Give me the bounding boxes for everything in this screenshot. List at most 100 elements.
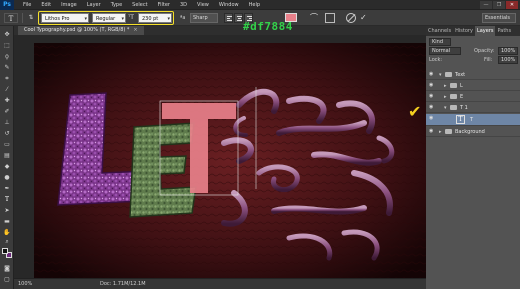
menu-filter[interactable]: Filter (153, 0, 175, 10)
history-brush-tool-icon[interactable]: ↺ (2, 129, 12, 138)
path-selection-tool-icon[interactable]: ➤ (2, 206, 12, 215)
menu-layer[interactable]: Layer (82, 0, 106, 10)
tab-history[interactable]: History (453, 26, 475, 36)
layer-name: E (460, 94, 464, 100)
blur-tool-icon[interactable]: ◆ (2, 162, 12, 171)
clone-stamp-tool-icon[interactable]: ⊥ (2, 118, 12, 127)
menu-select[interactable]: Select (127, 0, 152, 10)
canvas-area[interactable] (14, 35, 426, 278)
tab-paths[interactable]: Paths (495, 26, 513, 36)
antialias-select[interactable]: Sharp (190, 13, 218, 23)
warp-text-icon[interactable]: ⌒ (308, 12, 320, 24)
expand-arrow-icon[interactable]: ▾ (439, 71, 442, 79)
eye-icon[interactable]: ◉ (429, 72, 435, 77)
layer-row-t[interactable]: ◉ T T (426, 114, 520, 126)
eye-icon[interactable]: ◉ (429, 83, 435, 88)
menu-type[interactable]: Type (106, 0, 127, 10)
type-tool-preset-icon[interactable]: T (4, 13, 18, 23)
kind-filter-value: Kind (432, 39, 444, 45)
text-orientation-icon[interactable]: ⇅ (26, 13, 36, 23)
font-size-value: 230 pt (142, 16, 159, 22)
layer-name: L (460, 83, 463, 89)
document-size[interactable]: Doc: 1.71M/12.1M (100, 279, 146, 289)
opacity-field[interactable]: 100% (498, 47, 518, 55)
collapse-arrow-icon[interactable]: ▸ (439, 128, 442, 136)
blend-mode-select[interactable]: Normal (429, 47, 461, 55)
pen-tool-icon[interactable]: ✒ (2, 184, 12, 193)
type-tool-icon[interactable]: T (2, 195, 12, 204)
dodge-tool-icon[interactable]: ● (2, 173, 12, 182)
maximize-button[interactable]: ❐ (493, 1, 505, 9)
hand-tool-icon[interactable]: ✋ (2, 228, 12, 237)
marquee-tool-icon[interactable]: ⬚ (2, 41, 12, 50)
gradient-tool-icon[interactable]: ▤ (2, 151, 12, 160)
close-button[interactable]: ✕ (506, 1, 518, 9)
eye-icon[interactable]: ◉ (429, 94, 435, 99)
commit-check-icon[interactable]: ✓ (360, 12, 367, 24)
shape-tool-icon[interactable]: ▬ (2, 217, 12, 226)
close-tab-icon[interactable]: × (133, 27, 137, 33)
zoom-tool-icon[interactable]: ⌕ (2, 237, 12, 246)
zoom-level[interactable]: 100% (18, 279, 32, 289)
separator (22, 13, 23, 23)
font-style-select[interactable]: Regular ▾ (92, 13, 126, 23)
layer-row-l[interactable]: ◉ ▸ L (426, 81, 520, 91)
align-left-button[interactable] (224, 13, 233, 23)
folder-icon (445, 129, 452, 134)
menu-view[interactable]: View (192, 0, 214, 10)
character-panel-icon[interactable] (325, 13, 335, 23)
brush-tool-icon[interactable]: ✐ (2, 107, 12, 116)
menu-image[interactable]: Image (56, 0, 82, 10)
hex-color-annotation: #df7884 (243, 20, 293, 33)
collapse-arrow-icon[interactable]: ▸ (444, 93, 447, 101)
collapse-arrow-icon[interactable]: ▸ (444, 82, 447, 90)
document-tab[interactable]: Cool Typography.psd @ 100% (T, RGB/8) * × (18, 26, 144, 35)
tools-panel: ✥ ⬚ ϙ ✎ ⌗ ⁄ ✚ ✐ ⊥ ↺ ▭ ▤ ◆ ● ✒ T ➤ ▬ ✋ ⌕ … (0, 26, 14, 289)
menu-window[interactable]: Window (214, 0, 244, 10)
move-tool-icon[interactable]: ✥ (2, 30, 12, 39)
workspace-select[interactable]: Essentials (482, 13, 516, 23)
eye-icon[interactable]: ◉ (429, 116, 435, 121)
quick-select-tool-icon[interactable]: ✎ (2, 63, 12, 72)
menu-file[interactable]: File (18, 0, 36, 10)
document-tab-bar: Cool Typography.psd @ 100% (T, RGB/8) * × (14, 26, 426, 35)
cancel-icon[interactable] (346, 13, 356, 23)
layers-controls: Kind Normal Opacity: 100% Lock: Fill: 10… (426, 36, 520, 66)
menu-3d[interactable]: 3D (175, 0, 192, 10)
fill-field[interactable]: 100% (498, 56, 518, 64)
antialias-label: ªa (180, 15, 186, 21)
crop-tool-icon[interactable]: ⌗ (2, 74, 12, 83)
minimize-button[interactable]: — (480, 1, 492, 9)
menu-help[interactable]: Help (244, 0, 265, 10)
screen-mode-icon[interactable]: ▢ (2, 275, 12, 284)
kind-filter-select[interactable]: Kind (429, 38, 451, 46)
expand-arrow-icon[interactable]: ▾ (444, 104, 447, 112)
antialias-value: Sharp (193, 15, 208, 21)
layer-row-background[interactable]: ◉ ▸ Background (426, 127, 520, 137)
color-swatches[interactable] (2, 248, 12, 258)
foreground-color-swatch[interactable] (2, 248, 8, 254)
align-center-button[interactable] (234, 13, 243, 23)
workspace-value: Essentials (485, 15, 511, 21)
quick-mask-icon[interactable]: ◙ (2, 264, 12, 273)
menu-edit[interactable]: Edit (36, 0, 56, 10)
checkmark-annotation-icon: ✔ (408, 102, 422, 121)
eye-icon[interactable]: ◉ (429, 129, 435, 134)
panels-dock: Channels History Layers Paths Kind Norma… (426, 26, 520, 289)
font-family-select[interactable]: Lithos Pro ▾ (41, 13, 89, 23)
layer-row-e[interactable]: ◉ ▸ E (426, 92, 520, 102)
layer-row-text[interactable]: ◉ ▾ Text (426, 70, 520, 80)
eyedropper-tool-icon[interactable]: ⁄ (2, 85, 12, 94)
tab-channels[interactable]: Channels (426, 26, 453, 36)
document-canvas[interactable] (34, 43, 426, 278)
layer-row-t1[interactable]: ◉ ▾ T 1 (426, 103, 520, 113)
blend-mode-value: Normal (432, 48, 451, 54)
healing-brush-tool-icon[interactable]: ✚ (2, 96, 12, 105)
lasso-tool-icon[interactable]: ϙ (2, 52, 12, 61)
menu-items: File Edit Image Layer Type Select Filter… (18, 0, 265, 10)
eye-icon[interactable]: ◉ (429, 105, 435, 110)
artwork (34, 43, 426, 278)
tab-layers[interactable]: Layers (474, 26, 496, 36)
font-size-select[interactable]: 230 pt ▾ (138, 13, 172, 23)
eraser-tool-icon[interactable]: ▭ (2, 140, 12, 149)
